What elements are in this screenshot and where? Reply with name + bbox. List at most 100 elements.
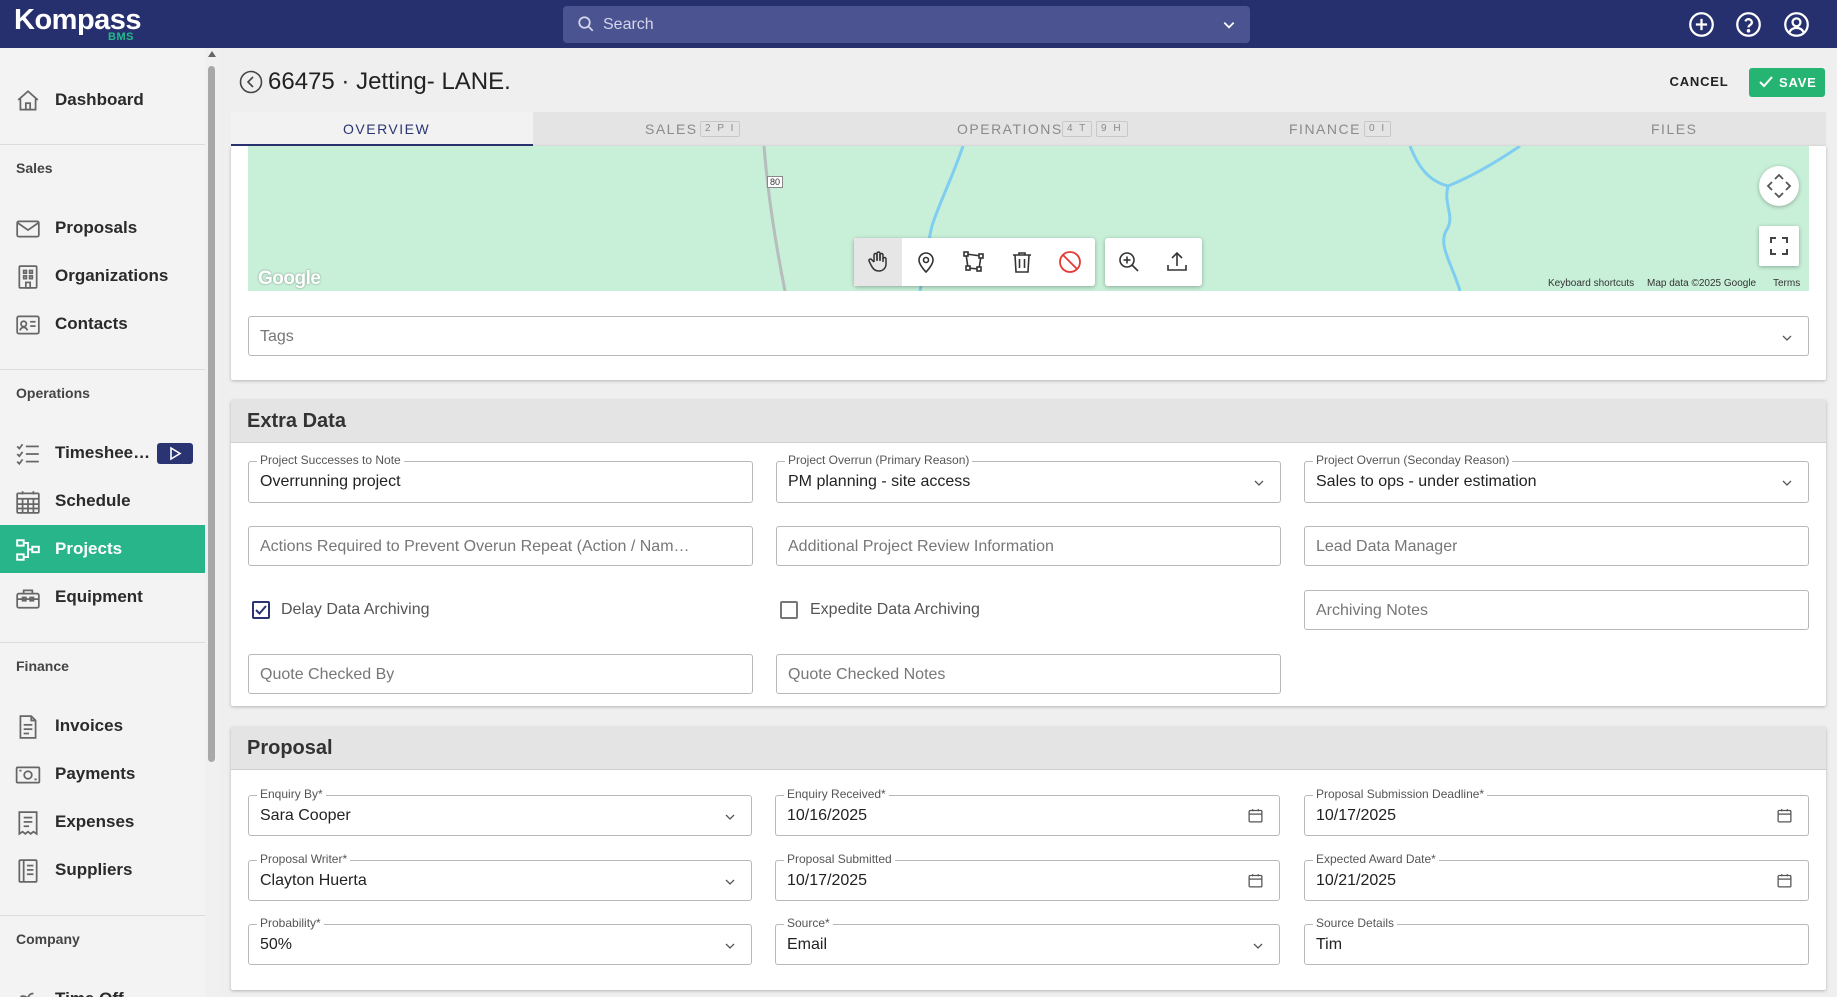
sidebar-label: Organizations — [55, 266, 169, 285]
sidebar-item-suppliers[interactable]: Suppliers — [0, 846, 205, 894]
tab-files[interactable]: FILES — [1511, 112, 1826, 146]
actions-required-field[interactable]: Actions Required to Prevent Overun Repea… — [248, 526, 753, 566]
envelope-icon — [16, 220, 40, 238]
sidebar-scrollbar[interactable] — [205, 48, 218, 997]
sidebar-item-dashboard[interactable]: Dashboard — [0, 76, 205, 124]
sidebar-item-proposals[interactable]: Proposals — [0, 204, 205, 252]
pan-tool[interactable] — [854, 238, 902, 286]
sidebar-item-timesheets[interactable]: Timeshee… — [0, 429, 205, 477]
field-value: 10/16/2025 — [787, 807, 868, 824]
keyboard-shortcuts-link[interactable]: Keyboard shortcuts — [1548, 278, 1634, 289]
sidebar-item-equipment[interactable]: Equipment — [0, 573, 205, 621]
proposal-writer-select[interactable]: Proposal Writer* Clayton Huerta — [248, 852, 752, 901]
tab-overview[interactable]: OVERVIEW — [231, 112, 533, 146]
archiving-notes-field[interactable]: Archiving Notes — [1304, 590, 1809, 630]
lead-data-manager-field[interactable]: Lead Data Manager — [1304, 526, 1809, 566]
scrollbar-thumb[interactable] — [208, 66, 215, 762]
probability-select[interactable]: Probability* 50% — [248, 916, 752, 965]
help-icon[interactable] — [1735, 11, 1762, 38]
calendar-icon[interactable] — [1776, 807, 1793, 824]
scroll-up-arrow-icon[interactable] — [208, 51, 216, 57]
tags-select[interactable]: Tags — [248, 316, 1809, 356]
field-value: 50% — [260, 936, 293, 953]
sidebar-label: Suppliers — [55, 860, 133, 879]
tab-finance[interactable]: FINANCE 0 I — [1171, 112, 1511, 146]
map-recenter-button[interactable] — [1759, 166, 1799, 206]
sidebar-item-projects[interactable]: Projects — [0, 525, 205, 573]
expected-award-date[interactable]: Expected Award Date* 10/21/2025 — [1304, 852, 1809, 901]
tags-placeholder: Tags — [260, 328, 294, 345]
back-icon[interactable] — [239, 70, 263, 94]
clear-tool[interactable] — [1046, 238, 1094, 286]
time-off-icon — [20, 992, 34, 997]
calendar-icon[interactable] — [1776, 872, 1793, 889]
toolbox-icon — [16, 589, 40, 609]
field-value: Sara Cooper — [260, 807, 351, 824]
account-icon[interactable] — [1783, 11, 1810, 38]
delay-archiving-checkbox[interactable] — [252, 601, 270, 619]
sidebar-item-organizations[interactable]: Organizations — [0, 252, 205, 300]
map-data-attribution: Map data ©2025 Google — [1647, 278, 1757, 289]
overrun-primary-select[interactable]: Project Overrun (Primary Reason) PM plan… — [776, 453, 1281, 503]
delete-tool[interactable] — [998, 238, 1046, 286]
zoom-tool[interactable] — [1105, 238, 1153, 286]
sidebar-item-contacts[interactable]: Contacts — [0, 300, 205, 348]
field-placeholder: Additional Project Review Information — [788, 538, 1054, 555]
terms-link[interactable]: Terms — [1773, 278, 1800, 289]
save-button[interactable]: SAVE — [1749, 68, 1825, 97]
check-icon — [1759, 76, 1773, 88]
sidebar-item-schedule[interactable]: Schedule — [0, 477, 205, 525]
search-icon — [578, 16, 594, 32]
tab-badge: 0 I — [1364, 121, 1392, 137]
sidebar-item-expenses[interactable]: Expenses — [0, 798, 205, 846]
move-arrows-icon — [1766, 173, 1792, 199]
checklist-icon — [16, 443, 39, 466]
top-navigation-bar: Kompass BMS Search — [0, 0, 1837, 48]
id-card-icon — [16, 315, 40, 335]
tab-sales[interactable]: SALES 2 P I — [533, 112, 851, 146]
add-circle-icon[interactable] — [1688, 11, 1715, 38]
submission-deadline-date[interactable]: Proposal Submission Deadline* 10/17/2025 — [1304, 787, 1809, 836]
sidebar-item-invoices[interactable]: Invoices — [0, 702, 205, 750]
timesheet-play-button[interactable] — [157, 443, 193, 464]
chevron-down-icon[interactable] — [1222, 18, 1236, 32]
expedite-archiving-checkbox[interactable] — [780, 601, 798, 619]
proposal-submitted-date[interactable]: Proposal Submitted 10/17/2025 — [775, 852, 1280, 901]
expedite-archiving-label[interactable]: Expedite Data Archiving — [810, 601, 980, 619]
trash-icon — [1013, 252, 1031, 273]
cancel-button[interactable]: CANCEL — [1664, 68, 1734, 96]
prohibited-icon — [1059, 251, 1081, 273]
enquiry-by-select[interactable]: Enquiry By* Sara Cooper — [248, 787, 752, 836]
source-select[interactable]: Source* Email — [775, 916, 1280, 965]
sidebar-section-company: Company — [16, 931, 80, 947]
tab-label: SALES — [645, 121, 698, 137]
quote-checked-notes-field[interactable]: Quote Checked Notes — [776, 654, 1281, 694]
map[interactable]: 80 Google Keyboard shortcuts Map data ©2… — [248, 146, 1809, 291]
search-input[interactable]: Search — [563, 6, 1250, 43]
source-details-field[interactable]: Source Details Tim — [1304, 916, 1809, 965]
save-label: SAVE — [1779, 75, 1817, 90]
chevron-down-icon — [1253, 943, 1263, 949]
map-fullscreen-button[interactable] — [1759, 226, 1799, 266]
sidebar-label: Proposals — [55, 218, 138, 237]
polygon-tool[interactable] — [950, 238, 998, 286]
enquiry-received-date[interactable]: Enquiry Received* 10/16/2025 — [775, 787, 1280, 836]
project-successes-field[interactable]: Project Successes to Note Overrunning pr… — [248, 453, 753, 503]
kompass-logo[interactable]: Kompass BMS — [14, 5, 142, 43]
marker-tool[interactable] — [902, 238, 950, 286]
calendar-grid-icon — [16, 491, 40, 514]
sidebar-label: Contacts — [55, 314, 128, 333]
sidebar-section-sales: Sales — [16, 160, 53, 176]
sidebar-item-time-off[interactable]: Time Off — [0, 975, 205, 997]
tab-operations[interactable]: OPERATIONS 4 T 9 H — [851, 112, 1171, 146]
upload-tool[interactable] — [1153, 238, 1201, 286]
tab-label: FINANCE — [1289, 121, 1361, 137]
additional-review-field[interactable]: Additional Project Review Information — [776, 526, 1281, 566]
calendar-icon[interactable] — [1247, 872, 1264, 889]
delay-archiving-label[interactable]: Delay Data Archiving — [281, 601, 430, 619]
calendar-icon[interactable] — [1247, 807, 1264, 824]
field-label: Enquiry Received* — [784, 787, 889, 801]
quote-checked-by-field[interactable]: Quote Checked By — [248, 654, 753, 694]
sidebar-item-payments[interactable]: Payments — [0, 750, 205, 798]
overrun-secondary-select[interactable]: Project Overrun (Seconday Reason) Sales … — [1304, 453, 1809, 503]
